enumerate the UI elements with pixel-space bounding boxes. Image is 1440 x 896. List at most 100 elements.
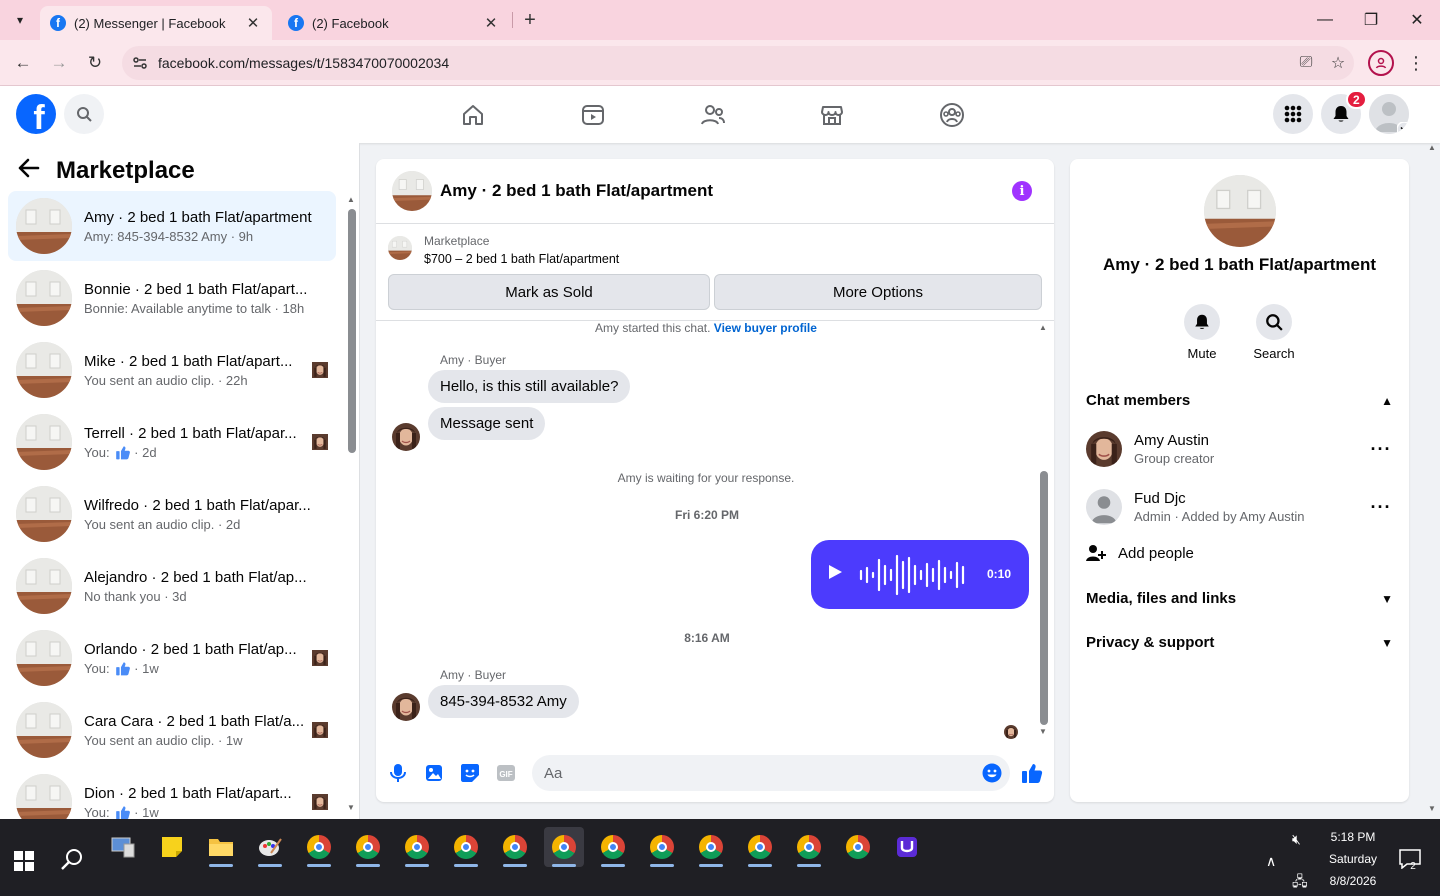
message-bubble[interactable]: Hello, is this still available? [428,370,631,403]
media-files-section[interactable]: Media, files and links ▼ [1086,590,1393,607]
reload-button[interactable]: ↻ [81,49,109,77]
back-button[interactable]: ← [9,49,37,77]
page-scroll-down-icon[interactable]: ▼ [1428,804,1436,813]
back-arrow-icon[interactable] [18,157,48,185]
marketplace-icon[interactable] [776,86,888,143]
conversation-item[interactable]: Dion · 2 bed 1 bath Flat/apart... You: · … [8,767,336,819]
microphone-icon[interactable] [386,761,410,785]
show-hidden-icons-chevron-icon[interactable]: ∧ [1266,853,1276,870]
mute-button[interactable]: Mute [1172,304,1232,361]
scroll-down-icon[interactable]: ▼ [347,803,355,812]
taskbar-chrome-icon[interactable] [299,827,339,867]
windows-start-icon[interactable] [14,851,34,871]
mark-as-sold-button[interactable]: Mark as Sold [388,274,710,310]
clock-time[interactable]: 5:18 PM [1318,830,1388,844]
minimize-button[interactable]: — [1302,4,1348,36]
taskbar-chrome-icon[interactable] [544,827,584,867]
network-icon[interactable]: 🖧︎ [1292,871,1308,895]
conversation-scrollbar[interactable] [348,209,356,453]
conversation-thumbnail[interactable] [16,702,72,758]
new-tab-button[interactable]: + [518,8,542,32]
member-row[interactable]: Fud Djc Admin · Added by Amy Austin ··· [1086,485,1393,529]
more-options-icon[interactable]: ··· [1369,497,1393,518]
forward-button[interactable]: → [45,49,73,77]
scroll-down-icon[interactable]: ▼ [1039,727,1047,736]
sender-avatar[interactable] [392,693,420,721]
sticker-icon[interactable] [458,761,482,785]
privacy-support-section[interactable]: Privacy & support ▼ [1086,634,1393,651]
chat-scrollbar[interactable] [1040,471,1048,725]
conversation-item[interactable]: Alejandro · 2 bed 1 bath Flat/ap... No th… [8,551,336,621]
chevron-down-icon[interactable]: ▼ [1381,636,1393,650]
taskbar-file-explorer-icon[interactable] [201,827,241,867]
add-people-button[interactable]: Add people [1086,543,1194,563]
photo-icon[interactable] [422,761,446,785]
conversation-item[interactable]: Amy · 2 bed 1 bath Flat/apartment Amy: 84… [8,191,336,261]
conversation-item[interactable]: Cara Cara · 2 bed 1 bath Flat/a... You se… [8,695,336,765]
more-options-icon[interactable]: ··· [1369,439,1393,460]
taskbar-chrome-icon[interactable] [348,827,388,867]
friends-icon[interactable] [657,86,769,143]
install-app-icon[interactable]: ⎚ [1290,54,1322,72]
more-options-button[interactable]: More Options [714,274,1042,310]
taskbar-chrome-icon[interactable] [495,827,535,867]
taskbar-app-icon[interactable] [887,827,927,867]
conversation-thumbnail[interactable] [16,630,72,686]
search-in-chat-button[interactable]: Search [1244,304,1304,361]
member-row[interactable]: Amy Austin Group creator ··· [1086,427,1393,471]
url-text[interactable]: facebook.com/messages/t/1583470070002034 [158,55,1290,71]
site-info-icon[interactable] [122,55,158,71]
tab-facebook[interactable]: f (2) Facebook ✕ [278,6,510,40]
conversation-thumbnail[interactable] [16,342,72,398]
audio-message-bubble[interactable]: 0:10 [811,540,1029,609]
video-icon[interactable] [537,86,649,143]
menu-grid-icon[interactable] [1273,94,1313,134]
message-input[interactable] [532,755,1010,791]
play-icon[interactable] [829,565,842,579]
details-avatar[interactable] [1204,175,1276,247]
taskbar-chrome-icon[interactable] [691,827,731,867]
conversation-thumbnail[interactable] [16,486,72,542]
like-thumb-icon[interactable] [1020,761,1044,785]
search-icon[interactable] [1256,304,1292,340]
conversation-thumbnail[interactable] [16,558,72,614]
chat-avatar[interactable] [392,171,432,211]
conversation-thumbnail[interactable] [16,774,72,819]
taskbar-chrome-icon[interactable] [446,827,486,867]
message-bubble[interactable]: 845-394-8532 Amy [428,685,579,718]
conversation-thumbnail[interactable] [16,270,72,326]
close-window-button[interactable]: ✕ [1394,4,1440,36]
facebook-logo-icon[interactable]: f [16,94,56,134]
taskbar-chrome-icon[interactable] [593,827,633,867]
browser-menu-icon[interactable]: ⋮ [1404,50,1428,76]
audio-waveform-icon[interactable] [859,554,969,596]
tab-close-icon[interactable]: ✕ [482,14,500,32]
listing-thumbnail[interactable] [388,236,412,260]
page-scroll-up-icon[interactable]: ▲ [1428,143,1436,152]
member-avatar[interactable] [1086,431,1122,467]
taskbar-paint-icon[interactable] [250,827,290,867]
maximize-button[interactable]: ❐ [1348,4,1394,36]
taskbar-computer-icon[interactable] [103,827,143,867]
clock-date[interactable]: 8/8/2026 [1318,874,1388,888]
address-bar[interactable]: facebook.com/messages/t/1583470070002034… [122,46,1354,80]
home-icon[interactable] [417,86,529,143]
conversation-item[interactable]: Mike · 2 bed 1 bath Flat/apart... You sen… [8,335,336,405]
volume-muted-icon[interactable]: 🔇︎ [1292,831,1301,848]
taskbar-search-icon[interactable] [60,847,86,873]
chat-title[interactable]: Amy · 2 bed 1 bath Flat/apartment [440,181,713,201]
conversation-item[interactable]: Orlando · 2 bed 1 bath Flat/ap... You: · … [8,623,336,693]
taskbar-chrome-icon[interactable] [397,827,437,867]
listing-title[interactable]: $700 – 2 bed 1 bath Flat/apartment [424,252,619,266]
taskbar-chrome-icon[interactable] [642,827,682,867]
conversation-thumbnail[interactable] [16,414,72,470]
conversation-item[interactable]: Terrell · 2 bed 1 bath Flat/apar... You: … [8,407,336,477]
taskbar-chrome-icon[interactable] [740,827,780,867]
groups-icon[interactable] [896,86,1008,143]
conversation-item[interactable]: Bonnie · 2 bed 1 bath Flat/apart... Bonni… [8,263,336,333]
bookmark-star-icon[interactable]: ☆ [1322,53,1354,73]
tab-search-chevron-icon[interactable]: ▾ [8,8,32,32]
taskbar-chrome-icon[interactable] [838,827,878,867]
tab-messenger[interactable]: f (2) Messenger | Facebook ✕ [40,6,272,40]
member-avatar[interactable] [1086,489,1122,525]
